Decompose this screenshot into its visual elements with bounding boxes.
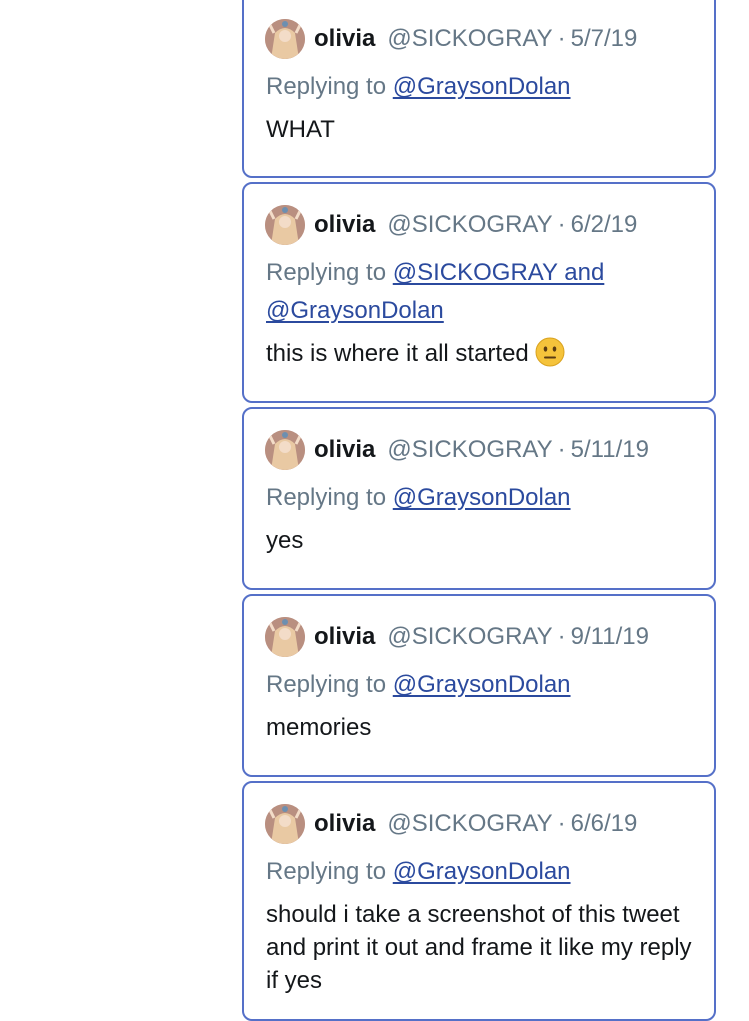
separator-dot: · <box>557 211 566 238</box>
tweet-date[interactable]: 9/11/19 <box>571 623 649 651</box>
author-handle[interactable]: @SICKOGRAY <box>387 623 552 651</box>
reply-mention-link[interactable]: @GraysonDolan <box>393 73 571 100</box>
replying-to: Replying to @SICKOGRAY and @GraysonDolan <box>266 254 706 330</box>
author-handle[interactable]: @SICKOGRAY <box>387 25 552 53</box>
author-name[interactable]: olivia <box>314 211 375 239</box>
avatar[interactable] <box>265 804 305 844</box>
tweet-card[interactable]: olivia @SICKOGRAY · 5/11/19 Replying to … <box>242 407 716 590</box>
author-name[interactable]: olivia <box>314 436 375 464</box>
tweet-text: this is where it all started <box>266 337 696 370</box>
avatar[interactable] <box>265 617 305 657</box>
tweet-card[interactable]: olivia @SICKOGRAY · 6/6/19 Replying to @… <box>242 781 716 1021</box>
tweet-card[interactable]: olivia @SICKOGRAY · 9/11/19 Replying to … <box>242 594 716 777</box>
replying-to: Replying to @GraysonDolan <box>266 666 706 704</box>
tweet-date[interactable]: 6/6/19 <box>571 810 638 838</box>
reply-mention-link[interactable]: @GraysonDolan <box>266 297 444 324</box>
tweet-header: olivia @SICKOGRAY · 6/6/19 <box>265 804 637 844</box>
avatar[interactable] <box>265 19 305 59</box>
replying-to-label: Replying to <box>266 259 387 286</box>
tweet-text: yes <box>266 527 304 554</box>
tweet-text: should i take a screenshot of this tweet… <box>266 901 692 994</box>
author-name[interactable]: olivia <box>314 623 375 651</box>
tweet-header: olivia @SICKOGRAY · 5/11/19 <box>265 430 649 470</box>
author-name[interactable]: olivia <box>314 810 375 838</box>
tweet-text: WHAT <box>266 116 335 143</box>
tweet-text: memories <box>266 714 372 741</box>
author-handle[interactable]: @SICKOGRAY <box>387 436 552 464</box>
tweet-header: olivia @SICKOGRAY · 5/7/19 <box>265 19 637 59</box>
replying-to-label: Replying to <box>266 671 387 698</box>
reply-mention-link[interactable]: @GraysonDolan <box>393 671 571 698</box>
separator-dot: · <box>557 623 566 650</box>
reply-mention-link[interactable]: @GraysonDolan <box>393 858 571 885</box>
replying-to: Replying to @GraysonDolan <box>266 68 706 106</box>
replying-to-label: Replying to <box>266 73 387 100</box>
author-name[interactable]: olivia <box>314 25 375 53</box>
replying-to-label: Replying to <box>266 484 387 511</box>
tweet-date[interactable]: 5/7/19 <box>571 25 638 53</box>
tweet-card[interactable]: olivia @SICKOGRAY · 6/2/19 Replying to @… <box>242 182 716 403</box>
separator-dot: · <box>557 25 566 52</box>
replying-to: Replying to @GraysonDolan <box>266 853 706 891</box>
author-handle[interactable]: @SICKOGRAY <box>387 211 552 239</box>
separator-dot: · <box>557 436 566 463</box>
tweet-text-content: this is where it all started <box>266 340 529 367</box>
reply-mention-link[interactable]: @GraysonDolan <box>393 484 571 511</box>
replying-to: Replying to @GraysonDolan <box>266 479 706 517</box>
tweet-card[interactable]: olivia @SICKOGRAY · 5/7/19 Replying to @… <box>242 0 716 178</box>
tweet-date[interactable]: 5/11/19 <box>571 436 649 464</box>
replying-to-label: Replying to <box>266 858 387 885</box>
author-handle[interactable]: @SICKOGRAY <box>387 810 552 838</box>
avatar[interactable] <box>265 430 305 470</box>
tweet-date[interactable]: 6/2/19 <box>571 211 638 239</box>
tweet-header: olivia @SICKOGRAY · 6/2/19 <box>265 205 637 245</box>
separator-dot: · <box>557 810 566 837</box>
tweet-header: olivia @SICKOGRAY · 9/11/19 <box>265 617 649 657</box>
avatar[interactable] <box>265 205 305 245</box>
neutral-face-emoji-icon <box>535 337 565 367</box>
reply-mention-link[interactable]: @SICKOGRAY and <box>393 259 605 286</box>
